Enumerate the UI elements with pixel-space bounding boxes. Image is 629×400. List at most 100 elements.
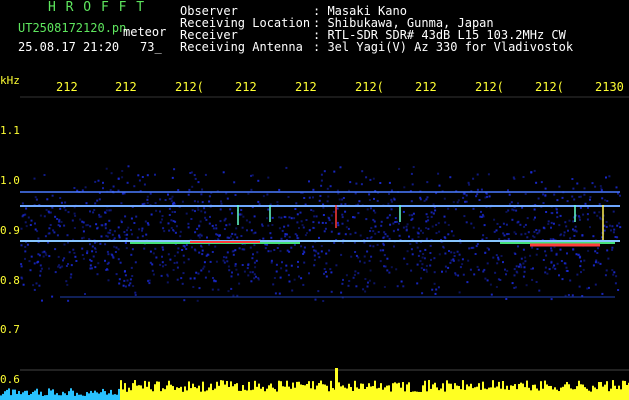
noise-dot xyxy=(306,232,308,234)
noise-dot xyxy=(81,247,84,250)
noise-dot xyxy=(313,254,316,257)
noise-dot xyxy=(372,230,375,233)
noise-dot xyxy=(544,271,547,274)
noise-dot xyxy=(176,278,179,281)
noise-dot xyxy=(502,261,504,264)
noise-dot xyxy=(20,244,23,247)
amplitude-bar xyxy=(530,390,532,400)
noise-dot xyxy=(201,188,204,191)
noise-dot xyxy=(48,255,51,258)
amplitude-bar xyxy=(556,389,558,400)
noise-dot xyxy=(303,261,306,264)
amplitude-bar xyxy=(558,391,560,400)
amplitude-bar xyxy=(202,381,204,400)
noise-dot xyxy=(200,244,202,247)
noise-dot xyxy=(382,242,385,245)
noise-dot xyxy=(515,265,518,268)
amplitude-bar xyxy=(290,388,292,400)
amplitude-bar xyxy=(514,384,516,400)
noise-dot xyxy=(176,266,179,269)
noise-dot xyxy=(294,208,297,210)
noise-dot xyxy=(285,269,288,272)
noise-dot xyxy=(544,195,547,198)
noise-dot xyxy=(427,219,430,222)
noise-dot xyxy=(522,176,525,178)
noise-dot xyxy=(561,278,564,281)
noise-dot xyxy=(177,247,180,250)
noise-dot xyxy=(82,257,85,260)
noise-dot xyxy=(149,192,152,195)
noise-dot xyxy=(45,208,48,211)
noise-dot xyxy=(480,188,483,191)
noise-dot xyxy=(615,275,618,278)
amplitude-bar xyxy=(158,381,160,400)
amplitude-bar xyxy=(194,387,196,400)
noise-dot xyxy=(323,272,325,275)
noise-dot xyxy=(166,275,169,278)
noise-dot xyxy=(596,214,599,217)
noise-dot xyxy=(322,300,325,302)
amplitude-bar xyxy=(372,386,374,400)
noise-dot xyxy=(194,249,197,252)
noise-dot xyxy=(383,254,386,257)
noise-dot xyxy=(617,192,619,195)
amplitude-bar xyxy=(170,384,172,400)
amplitude-bar xyxy=(234,384,236,400)
noise-dot xyxy=(489,283,492,286)
noise-dot xyxy=(58,218,61,221)
noise-dot xyxy=(45,254,48,257)
amplitude-bar xyxy=(0,395,2,400)
amplitude-bar xyxy=(122,389,124,400)
noise-dot xyxy=(359,260,361,263)
noise-dot xyxy=(185,248,188,250)
noise-dot xyxy=(556,262,559,265)
amplitude-bar xyxy=(528,387,530,400)
amplitude-bar xyxy=(162,388,164,400)
noise-dot xyxy=(204,211,207,214)
noise-dot xyxy=(586,218,589,221)
amplitude-bar xyxy=(524,387,526,400)
noise-dot xyxy=(205,218,208,221)
amplitude-bar xyxy=(282,386,284,400)
noise-dot xyxy=(390,189,393,192)
noise-dot xyxy=(40,267,43,270)
noise-dot xyxy=(558,274,560,277)
noise-dot xyxy=(366,237,369,240)
noise-dot xyxy=(419,250,422,253)
noise-dot xyxy=(550,249,553,252)
noise-dot xyxy=(507,237,510,240)
noise-dot xyxy=(37,253,40,256)
noise-dot xyxy=(328,219,331,222)
noise-dot xyxy=(175,225,178,228)
noise-dot xyxy=(500,255,503,257)
noise-dot xyxy=(308,196,311,199)
noise-dot xyxy=(450,251,453,254)
noise-dot xyxy=(211,251,214,253)
noise-dot xyxy=(171,211,174,213)
noise-dot xyxy=(136,236,139,239)
noise-dot xyxy=(383,231,386,234)
noise-dot xyxy=(484,277,487,280)
noise-dot xyxy=(326,187,329,190)
noise-dot xyxy=(611,269,614,272)
noise-dot xyxy=(54,271,57,274)
noise-dot xyxy=(183,261,186,264)
noise-dot xyxy=(380,224,383,227)
noise-dot xyxy=(341,198,344,201)
amplitude-bar xyxy=(610,388,612,400)
noise-dot xyxy=(476,193,479,196)
amplitude-bar xyxy=(444,391,446,400)
noise-dot xyxy=(185,244,188,246)
noise-dot xyxy=(89,264,92,267)
noise-dot xyxy=(29,224,32,226)
noise-dot xyxy=(197,234,200,237)
noise-dot xyxy=(337,232,340,235)
noise-dot xyxy=(458,291,461,294)
noise-dot xyxy=(219,220,222,223)
noise-dot xyxy=(490,293,493,296)
noise-dot xyxy=(346,219,349,222)
amplitude-bar xyxy=(518,383,520,400)
noise-dot xyxy=(366,208,369,211)
noise-dot xyxy=(505,223,508,226)
amplitude-bar xyxy=(566,381,568,400)
